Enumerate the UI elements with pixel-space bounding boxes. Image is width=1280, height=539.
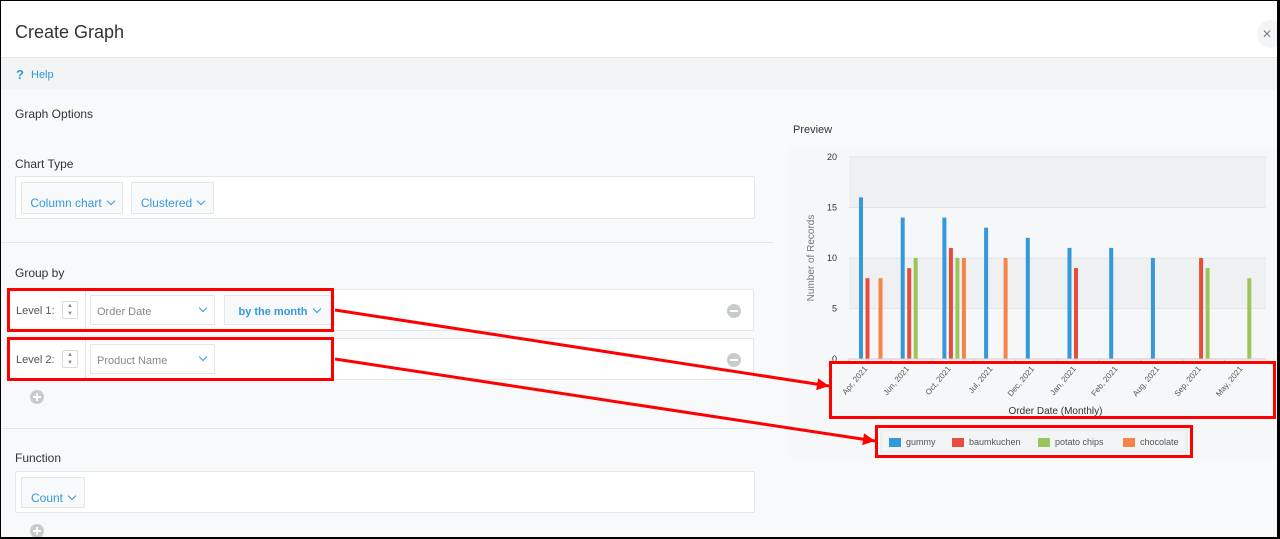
bar-gummy [984,227,989,359]
y-axis-title: Number of Records [806,215,817,302]
bar-baumkuchen [865,278,870,359]
y-tick-label: 5 [832,304,837,314]
grid-band [849,258,1266,309]
bar-baumkuchen [1074,268,1078,359]
bar-gummy [859,197,863,359]
bar-potato-chips [1247,278,1252,359]
y-tick-label: 20 [827,152,837,162]
bar-gummy [1150,258,1155,359]
bar-gummy [1067,247,1072,359]
annotation-box-x-axis [829,361,1276,419]
bar-baumkuchen [907,268,912,359]
bar-chocolate [1003,258,1008,359]
annotation-arrow-level-1 [334,308,830,388]
bar-potato-chips [1205,268,1210,359]
annotation-box-level-1 [7,288,334,332]
bar-gummy [900,217,905,359]
bar-baumkuchen [948,247,953,359]
bar-gummy [942,217,947,359]
bar-baumkuchen [1199,258,1204,359]
y-tick-label: 10 [827,253,837,263]
annotation-box-legend [875,425,1193,458]
bar-chocolate [961,258,966,359]
annotation-box-level-2 [7,337,334,381]
grid-band [849,157,1266,208]
bar-potato-chips [913,258,918,359]
bar-chocolate [878,278,883,359]
bar-potato-chips [955,258,960,359]
preview-chart: 05101520Number of RecordsApr, 2021 Jun, 2… [334,147,1277,459]
create-graph-dialog: Create Graph ✕ ? Help Graph Options Char… [0,0,1280,539]
bar-gummy [1109,247,1114,359]
bar-gummy [1025,237,1030,359]
y-tick-label: 15 [827,203,837,213]
